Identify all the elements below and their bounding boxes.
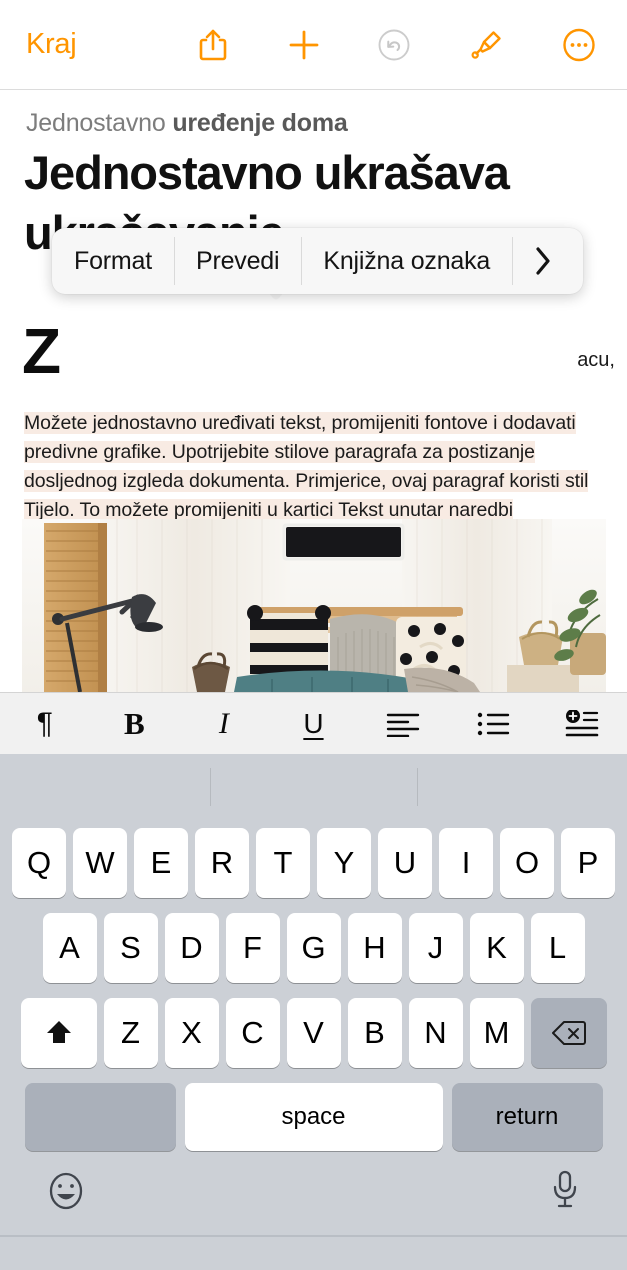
done-button[interactable]: Kraj xyxy=(26,28,77,61)
more-icon[interactable] xyxy=(556,22,602,68)
key-l[interactable]: L xyxy=(530,913,585,983)
chevron-right-icon xyxy=(536,247,550,275)
document-image[interactable] xyxy=(22,519,606,692)
prediction-divider-1 xyxy=(210,768,211,806)
on-screen-keyboard[interactable]: Q W E R T Y U I O P A S D F G H J K L Z … xyxy=(0,754,627,1270)
key-v[interactable]: V xyxy=(286,998,341,1068)
key-q[interactable]: Q xyxy=(12,828,66,898)
plus-icon[interactable] xyxy=(281,22,327,68)
return-key[interactable]: return xyxy=(451,1083,603,1151)
key-c[interactable]: C xyxy=(225,998,280,1068)
eyebrow-bold: uređenje doma xyxy=(172,109,348,137)
context-menu[interactable]: Format Prevedi Knjižna oznaka xyxy=(52,228,583,294)
keyboard-footer xyxy=(0,1157,627,1237)
pilcrow-glyph: ¶ xyxy=(36,706,53,740)
key-b[interactable]: B xyxy=(347,998,402,1068)
underline-icon[interactable]: U xyxy=(282,698,344,750)
menu-item-format[interactable]: Format xyxy=(52,228,174,294)
prediction-divider-2 xyxy=(417,768,418,806)
key-r[interactable]: R xyxy=(195,828,249,898)
menu-item-knjizna-oznaka[interactable]: Knjižna oznaka xyxy=(301,228,512,294)
key-i[interactable]: I xyxy=(439,828,493,898)
top-toolbar: Kraj xyxy=(0,0,627,90)
eyebrow-plain: Jednostavno xyxy=(26,109,173,137)
menu-item-knjizna-oznaka-label: Knjižna oznaka xyxy=(323,246,491,275)
key-f[interactable]: F xyxy=(225,913,280,983)
key-y[interactable]: Y xyxy=(317,828,371,898)
keyboard-row-1: Q W E R T Y U I O P xyxy=(0,828,627,898)
key-n[interactable]: N xyxy=(408,998,463,1068)
key-a[interactable]: A xyxy=(42,913,97,983)
dropcap-letter: Z xyxy=(22,319,61,387)
key-o[interactable]: O xyxy=(500,828,554,898)
shift-key[interactable] xyxy=(20,998,97,1068)
format-toolbar: ¶ B I U xyxy=(0,692,627,754)
bold-icon[interactable]: B xyxy=(103,698,165,750)
key-j[interactable]: J xyxy=(408,913,463,983)
key-g[interactable]: G xyxy=(286,913,341,983)
backspace-key[interactable] xyxy=(530,998,607,1068)
document-editor-screen: Kraj Jednostavno uređenje doma Jednostav… xyxy=(0,0,627,1270)
share-icon[interactable] xyxy=(190,22,236,68)
dropcap-row: Z xyxy=(22,319,627,389)
insert-icon[interactable] xyxy=(551,698,613,750)
underline-glyph: U xyxy=(303,707,324,739)
key-h[interactable]: H xyxy=(347,913,402,983)
space-key[interactable]: space xyxy=(184,1083,443,1151)
key-e[interactable]: E xyxy=(134,828,188,898)
keyboard-row-3: Z X C V B N M xyxy=(0,998,627,1068)
menu-next-page-button[interactable] xyxy=(512,228,574,294)
key-z[interactable]: Z xyxy=(103,998,158,1068)
home-indicator-area xyxy=(0,1235,627,1237)
keyboard-row-4: space return xyxy=(0,1083,627,1151)
obscured-text-line xyxy=(70,355,75,375)
key-d[interactable]: D xyxy=(164,913,219,983)
italic-glyph: I xyxy=(218,706,229,740)
key-u[interactable]: U xyxy=(378,828,432,898)
menu-item-prevedi-label: Prevedi xyxy=(195,246,280,275)
key-p[interactable]: P xyxy=(561,828,615,898)
key-k[interactable]: K xyxy=(469,913,524,983)
shift-arrow-icon xyxy=(46,1021,71,1043)
key-t[interactable]: T xyxy=(256,828,310,898)
keyboard-row-2: A S D F G H J K L xyxy=(0,913,627,983)
document-eyebrow: Jednostavno uređenje doma xyxy=(26,109,348,138)
backspace-icon xyxy=(551,1021,586,1045)
undo-icon[interactable] xyxy=(371,22,417,68)
paragraph-style-icon[interactable]: ¶ xyxy=(14,698,76,750)
key-s[interactable]: S xyxy=(103,913,158,983)
microphone-icon[interactable] xyxy=(551,1169,579,1216)
key-x[interactable]: X xyxy=(164,998,219,1068)
obscured-text-tail: acu, xyxy=(577,349,615,371)
italic-icon[interactable]: I xyxy=(193,698,255,750)
brush-icon[interactable] xyxy=(464,22,510,68)
predictive-text-bar[interactable] xyxy=(0,754,627,820)
menu-item-prevedi[interactable]: Prevedi xyxy=(173,228,301,294)
key-m[interactable]: M xyxy=(469,998,524,1068)
key-w[interactable]: W xyxy=(73,828,127,898)
menu-item-format-label: Format xyxy=(74,246,152,275)
emoji-icon[interactable] xyxy=(48,1171,84,1216)
bold-glyph: B xyxy=(124,706,145,741)
document-canvas[interactable]: Jednostavno uređenje doma Jednostavno uk… xyxy=(0,91,627,692)
numbers-key[interactable] xyxy=(24,1083,176,1151)
bullet-list-icon[interactable] xyxy=(462,698,524,750)
align-left-icon[interactable] xyxy=(372,698,434,750)
